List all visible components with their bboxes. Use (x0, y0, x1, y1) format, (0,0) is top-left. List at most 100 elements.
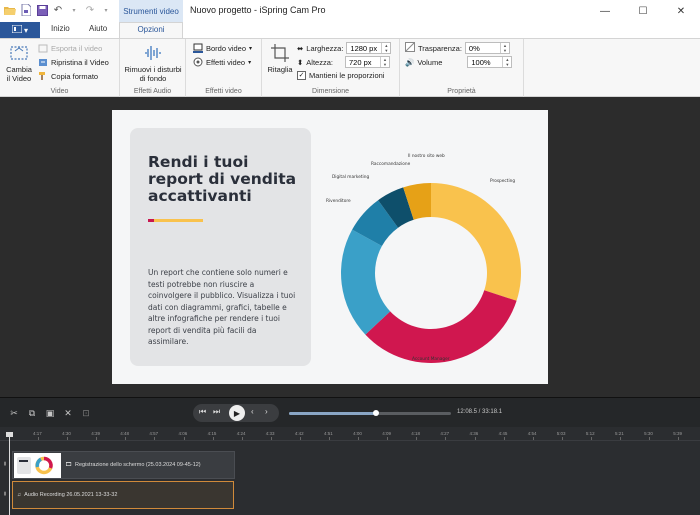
progress-knob[interactable] (373, 410, 380, 416)
copy-format-button[interactable]: Copia formato (38, 71, 98, 81)
new-file-icon[interactable] (20, 4, 32, 16)
group-label-video: Video (50, 88, 69, 95)
play-icon[interactable]: ▶ (229, 405, 245, 421)
volume-input[interactable] (468, 57, 503, 67)
video-preview[interactable]: Rendi i tuoi report di vendita accattiva… (112, 110, 548, 384)
audio-clip[interactable]: ♫ Audio Recording 26.05.2021 13-33-32 (12, 481, 234, 509)
close-icon[interactable]: ✕ (662, 0, 700, 22)
group-label-video-effects: Effetti video (205, 88, 242, 95)
step-back-icon[interactable]: ⏭ (213, 407, 220, 417)
ruler-tick (445, 437, 447, 440)
spin-arrows-icon[interactable]: ▲ ▼ (502, 57, 511, 67)
previous-frame-icon[interactable]: ‹ (251, 407, 254, 416)
tab-aiuto[interactable]: Aiuto (89, 24, 107, 33)
donut-slice-label: Raccomandazione (371, 161, 411, 167)
playhead[interactable] (6, 432, 13, 515)
crop-icon (270, 43, 290, 63)
undo-icon[interactable]: ↶ (52, 4, 64, 16)
film-icon: 🎞 (65, 462, 72, 468)
height-input[interactable] (345, 57, 380, 67)
timeline-ruler[interactable]: 4:17 4:30 4:39 4:48 4:57 4:06 4:15 4:24 4:33 4:42… (0, 427, 700, 441)
crop-button[interactable]: Ritaglia (265, 43, 295, 74)
effects-icon (193, 57, 203, 67)
clip-thumbnail (14, 453, 61, 478)
ruler-tick (590, 437, 592, 440)
ruler-tick (125, 437, 127, 440)
time-display: 12:08.5 / 33:18.1 (457, 409, 503, 415)
ruler-tick (561, 437, 563, 440)
ruler-tick (154, 437, 156, 440)
video-effects-button[interactable]: Effetti video ▾ (193, 57, 251, 67)
donut-slice-label: Il nostro sito web (408, 153, 445, 159)
width-field-row: ⬌ Larghezza: ▲▼ (297, 42, 392, 54)
crop-label: Ritaglia (267, 65, 293, 74)
volume-row: 🔊 Volume ▲▼ (405, 56, 513, 68)
window-title: Nuovo progetto - iSpring Cam Pro (190, 5, 326, 15)
volume-stepper[interactable]: ▲▼ (467, 56, 513, 68)
redo-dropdown-icon[interactable]: ▾ (100, 4, 112, 16)
spin-arrows-icon[interactable]: ▲ ▼ (379, 57, 389, 67)
change-video-button[interactable]: Cambia il Video (4, 43, 34, 83)
transparency-stepper[interactable]: ▲▼ (464, 42, 510, 54)
volume-icon: 🔊 (405, 57, 415, 67)
height-stepper[interactable]: ▲▼ (344, 56, 390, 68)
width-icon: ⬌ (297, 43, 304, 53)
ruler-tick-label: 4:54 (527, 431, 537, 436)
ruler-tick (38, 437, 39, 440)
restore-video-label: Ripristina il Video (51, 57, 109, 67)
accent-bar (148, 219, 203, 222)
ribbon-group-video-effects: Bordo video ▾ Effetti video ▾ Effetti vi… (186, 39, 262, 97)
file-menu-button[interactable]: ▾ (0, 22, 40, 38)
export-video-button[interactable]: Esporta il video (38, 43, 102, 53)
ruler-tick (532, 437, 534, 440)
player-controls: ⏮ ⏭ ▶ ‹ › (193, 404, 279, 422)
delete-icon[interactable]: ✕ (63, 407, 73, 419)
ruler-tick-label: 4:45 (498, 431, 508, 436)
minimize-icon[interactable]: — (586, 0, 624, 22)
copy-icon[interactable]: ⧉ (27, 407, 37, 419)
maximize-icon[interactable]: ☐ (624, 0, 662, 22)
progress-slider[interactable] (289, 410, 451, 416)
progress-fill (289, 412, 377, 415)
video-clip-label-row: 🎞 Registrazione dello schermo (25.03.202… (65, 462, 201, 468)
ruler-tick (358, 437, 360, 440)
transparency-input[interactable] (465, 43, 500, 53)
next-frame-icon[interactable]: › (265, 407, 268, 416)
keep-ratio-checkbox[interactable]: ✓ (297, 71, 306, 80)
remove-noise-label: Rimuovi i disturbi di fondo (124, 65, 182, 83)
ruler-tick (503, 437, 505, 440)
restore-video-button[interactable]: Ripristina il Video (38, 57, 109, 67)
ruler-tick-label: 4:57 (149, 431, 159, 436)
width-stepper[interactable]: ▲▼ (346, 42, 392, 54)
tab-opzioni[interactable]: Opzioni (119, 22, 183, 38)
spin-arrows-icon[interactable]: ▲ ▼ (381, 43, 390, 53)
ruler-tick-label: 5:30 (644, 431, 653, 436)
remove-noise-button[interactable]: Rimuovi i disturbi di fondo (122, 43, 184, 83)
export-video-label: Esporta il video (51, 43, 103, 53)
redo-icon[interactable]: ↷ (84, 4, 96, 16)
open-folder-icon[interactable] (4, 4, 16, 16)
save-icon[interactable] (36, 4, 48, 16)
video-clip[interactable]: 🎞 Registrazione dello schermo (25.03.202… (12, 451, 235, 479)
ruler-tick (270, 437, 272, 440)
undo-dropdown-icon[interactable]: ▾ (68, 4, 80, 16)
ruler-tick-label: 4:17 (33, 431, 42, 436)
keep-ratio-row[interactable]: ✓ Mantieni le proporzioni (297, 71, 384, 80)
video-effects-label: Effetti video (206, 57, 246, 67)
split-icon[interactable]: ⊡ (81, 407, 91, 419)
width-input[interactable] (347, 43, 382, 53)
donut-chart: Prospecting Account Manager Rivenditore Dig… (326, 153, 521, 363)
paste-icon[interactable]: ▣ (45, 407, 55, 419)
ruler-tick (474, 437, 476, 440)
accent-bar-red (148, 219, 154, 222)
skip-back-icon[interactable]: ⏮ (199, 407, 206, 417)
ruler-tick (649, 437, 651, 440)
spin-arrows-icon[interactable]: ▲ ▼ (499, 43, 509, 53)
donut-slice-label: Account Manager (412, 356, 450, 362)
chevron-down-icon: ▾ (248, 59, 252, 66)
cut-icon[interactable]: ✂ (9, 407, 19, 419)
group-label-dimension: Dimensione (312, 88, 349, 95)
video-border-button[interactable]: Bordo video ▾ (193, 43, 252, 53)
keep-ratio-label: Mantieni le proporzioni (309, 71, 385, 80)
tab-inizio[interactable]: Inizio (51, 24, 70, 33)
